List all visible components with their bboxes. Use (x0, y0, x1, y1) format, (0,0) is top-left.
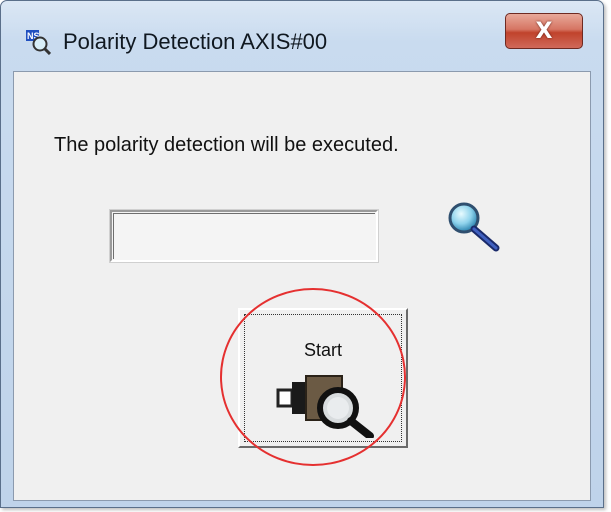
close-button[interactable]: X (505, 13, 583, 49)
dialog-window: NS Polarity Detection AXIS#00 X The pola… (0, 0, 604, 508)
start-button-label: Start (304, 340, 343, 360)
progress-field (109, 209, 379, 263)
progress-field-inner (113, 213, 375, 259)
title-bar[interactable]: NS Polarity Detection AXIS#00 X (1, 1, 603, 73)
app-icon: NS (26, 30, 51, 55)
start-button[interactable]: Start (238, 308, 408, 448)
magnifier-icon (448, 202, 500, 252)
dialog-client-area: The polarity detection will be executed.… (13, 71, 591, 501)
status-message: The polarity detection will be executed. (54, 134, 399, 156)
close-icon: X (535, 18, 553, 44)
motor-magnifier-icon (276, 375, 374, 438)
window-title: Polarity Detection AXIS#00 (63, 29, 328, 54)
